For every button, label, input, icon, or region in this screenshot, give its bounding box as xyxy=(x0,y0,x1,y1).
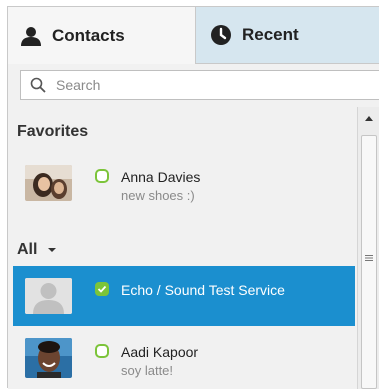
contacts-person-icon xyxy=(20,25,42,47)
tab-recent-label: Recent xyxy=(242,25,299,44)
tab-bar: Contacts Recent xyxy=(8,7,379,64)
status-online-icon xyxy=(95,344,109,358)
contact-row-echo-sound-test[interactable]: Echo / Sound Test Service xyxy=(13,266,355,326)
all-contacts-header[interactable]: All xyxy=(17,241,57,259)
scroll-up-button[interactable] xyxy=(358,107,379,129)
scroll-up-arrow-icon xyxy=(365,116,373,121)
contact-name: Anna Davies xyxy=(121,169,201,185)
avatar xyxy=(25,338,72,378)
search-input[interactable] xyxy=(56,77,356,93)
search-box[interactable] xyxy=(20,70,379,100)
default-avatar-icon xyxy=(25,278,72,314)
chevron-down-icon xyxy=(47,247,56,252)
clock-icon xyxy=(210,24,232,46)
contact-name: Echo / Sound Test Service xyxy=(121,282,285,298)
contact-row-aadi-kapoor[interactable]: Aadi Kapoor soy latte! xyxy=(13,328,355,388)
scroll-thumb[interactable] xyxy=(361,135,377,389)
contact-mood: new shoes :) xyxy=(121,188,195,203)
tab-contacts-label: Contacts xyxy=(52,25,125,45)
contacts-panel: Contacts Recent Favorites xyxy=(7,6,379,389)
scroll-grip-icon xyxy=(365,255,373,261)
contact-name: Aadi Kapoor xyxy=(121,344,199,360)
status-online-icon xyxy=(95,169,109,183)
status-online-icon xyxy=(95,282,109,296)
search-icon xyxy=(30,77,46,93)
all-contacts-label: All xyxy=(17,241,38,258)
contact-list: Favorites Anna Davies new shoes :) All E… xyxy=(8,107,379,389)
tab-contacts[interactable]: Contacts xyxy=(8,7,196,64)
favorites-header: Favorites xyxy=(17,123,89,140)
contact-row-anna-davies[interactable]: Anna Davies new shoes :) xyxy=(13,153,355,213)
avatar xyxy=(25,165,72,201)
tab-recent[interactable]: Recent xyxy=(196,7,379,64)
list-scrollbar[interactable] xyxy=(357,107,379,389)
contact-mood: soy latte! xyxy=(121,363,174,378)
